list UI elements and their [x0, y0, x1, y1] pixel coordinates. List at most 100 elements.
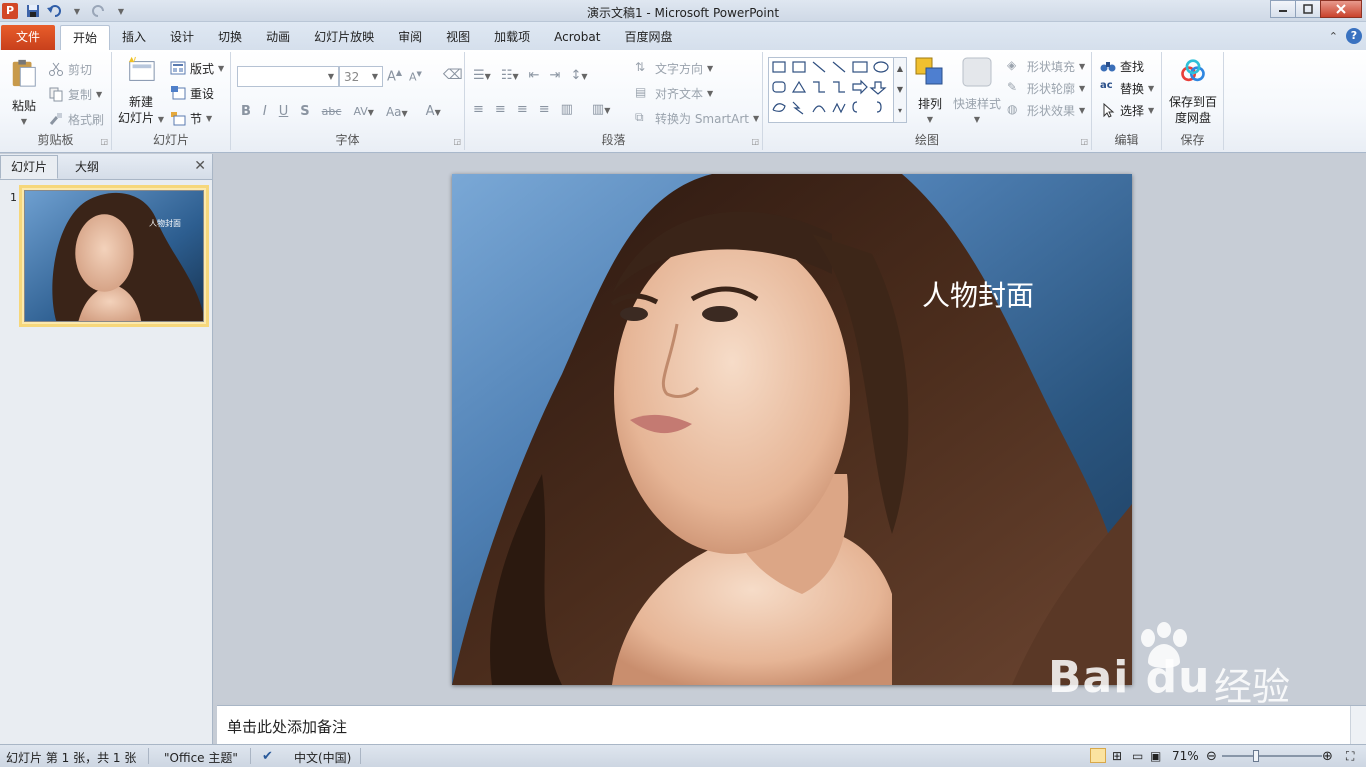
- dialog-launcher-icon[interactable]: ◲: [751, 137, 759, 146]
- tab-addins[interactable]: 加载项: [482, 25, 542, 50]
- change-case-icon[interactable]: Aa▼: [386, 105, 408, 119]
- fit-to-window-icon[interactable]: ⛶: [1346, 749, 1354, 764]
- justify-icon[interactable]: ≡: [539, 102, 550, 117]
- tab-insert[interactable]: 插入: [110, 25, 158, 50]
- format-painter-button[interactable]: 格式刷: [48, 108, 104, 130]
- bullets-icon[interactable]: ☰▼: [473, 68, 491, 83]
- tab-slides[interactable]: 幻灯片: [0, 155, 58, 179]
- dialog-launcher-icon[interactable]: ◲: [453, 137, 461, 146]
- paste-label: 粘贴: [11, 99, 36, 113]
- paste-button[interactable]: 粘贴 ▼: [4, 56, 44, 130]
- shadow-icon[interactable]: S: [300, 104, 309, 119]
- tab-file[interactable]: 文件: [1, 25, 55, 50]
- notes-scrollbar[interactable]: [1350, 706, 1366, 745]
- decrease-indent-icon[interactable]: ⇤: [529, 68, 540, 83]
- shape-fill-button[interactable]: ◈ 形状填充 ▼: [1007, 55, 1085, 77]
- tab-baidu-netdisk[interactable]: 百度网盘: [612, 25, 684, 50]
- zoom-slider-track[interactable]: [1222, 755, 1322, 757]
- tab-animations[interactable]: 动画: [254, 25, 302, 50]
- replace-button[interactable]: ac 替换 ▼: [1100, 77, 1154, 99]
- convert-smartart-button[interactable]: ⧉ 转换为 SmartArt ▼: [635, 107, 759, 129]
- slide-thumbnail[interactable]: 人物封面: [19, 185, 209, 327]
- columns-icon[interactable]: ▥▼: [592, 102, 610, 117]
- normal-view-icon[interactable]: [1090, 748, 1106, 763]
- baidu-netdisk-icon: [1181, 59, 1205, 82]
- dialog-launcher-icon[interactable]: ◲: [1080, 137, 1088, 146]
- distributed-icon[interactable]: ▥: [561, 102, 573, 117]
- align-left-icon[interactable]: ≡: [473, 102, 484, 117]
- shapes-scroll[interactable]: ▲ ▼ ▾: [893, 57, 907, 123]
- align-right-icon[interactable]: ≡: [517, 102, 528, 117]
- increase-indent-icon[interactable]: ⇥: [550, 68, 561, 83]
- shape-effects-button[interactable]: ◍ 形状效果 ▼: [1007, 99, 1085, 121]
- slideshow-view-icon[interactable]: ▣: [1150, 749, 1161, 763]
- font-name-combo[interactable]: ▼: [237, 66, 339, 87]
- arrange-icon: [915, 57, 943, 85]
- reset-button[interactable]: 重设: [170, 82, 214, 104]
- save-to-baidu-button[interactable]: 保存到百 度网盘: [1164, 58, 1222, 126]
- character-spacing-icon[interactable]: AV▼: [353, 105, 374, 118]
- tab-home[interactable]: 开始: [60, 25, 111, 50]
- zoom-in-icon[interactable]: ⊕: [1322, 749, 1333, 764]
- quick-styles-button[interactable]: 快速样式 ▼: [951, 56, 1003, 128]
- tab-design[interactable]: 设计: [158, 25, 206, 50]
- grow-font-icon[interactable]: A▲: [387, 68, 402, 84]
- align-center-icon[interactable]: ≡: [495, 102, 506, 117]
- find-button[interactable]: 查找: [1100, 55, 1144, 77]
- italic-icon[interactable]: I: [263, 104, 267, 119]
- brush-icon: [49, 113, 62, 125]
- line-spacing-icon[interactable]: ↕▼: [570, 68, 587, 83]
- group-paragraph: ☰▼ ☷▼ ⇤ ⇥ ↕▼ ≡ ≡ ≡ ≡ ▥ ▥▼ ⇅ 文字方向 ▼ ▤ 对齐文本…: [465, 52, 763, 150]
- dialog-launcher-icon[interactable]: ◲: [100, 137, 108, 146]
- zoom-level[interactable]: 71%: [1172, 749, 1199, 763]
- minimize-button[interactable]: [1270, 0, 1296, 18]
- slide-editing-area: 人物封面: [214, 154, 1366, 703]
- cursor-icon: [1103, 102, 1115, 118]
- tab-transitions[interactable]: 切换: [206, 25, 254, 50]
- slide-title[interactable]: 人物封面: [922, 274, 1034, 314]
- slide-canvas[interactable]: 人物封面: [452, 174, 1132, 685]
- zoom-out-icon[interactable]: ⊖: [1206, 749, 1217, 764]
- theme-status[interactable]: "Office 主题": [164, 749, 238, 766]
- font-size-combo[interactable]: 32 ▼: [339, 66, 383, 87]
- language-status[interactable]: 中文(中国): [294, 749, 351, 766]
- notes-placeholder[interactable]: 单击此处添加备注: [227, 716, 347, 737]
- shape-outline-button[interactable]: ✎ 形状轮廓 ▼: [1007, 77, 1085, 99]
- align-text-button[interactable]: ▤ 对齐文本 ▼: [635, 82, 713, 104]
- clear-formatting-icon[interactable]: ⌫: [443, 67, 463, 83]
- paste-dropdown-icon: ▼: [20, 117, 28, 126]
- copy-icon: [49, 87, 63, 102]
- bold-icon[interactable]: B: [241, 104, 251, 119]
- tab-view[interactable]: 视图: [434, 25, 482, 50]
- section-button[interactable]: 节 ▼: [170, 107, 212, 129]
- text-direction-button[interactable]: ⇅ 文字方向 ▼: [635, 57, 713, 79]
- underline-icon[interactable]: U: [279, 104, 289, 119]
- shrink-font-icon[interactable]: A▼: [409, 70, 422, 84]
- help-icon[interactable]: ?: [1346, 28, 1362, 44]
- zoom-slider-thumb[interactable]: [1252, 750, 1259, 762]
- strikethrough-icon[interactable]: abc: [322, 105, 342, 118]
- slide-sorter-icon[interactable]: ⊞: [1112, 749, 1122, 763]
- tab-slideshow[interactable]: 幻灯片放映: [302, 25, 386, 50]
- new-slide-button[interactable]: 新建 幻灯片 ▼: [116, 56, 166, 128]
- layout-button[interactable]: 版式 ▼: [170, 57, 224, 79]
- minimize-ribbon-icon[interactable]: ⌃: [1329, 30, 1338, 43]
- close-icon[interactable]: ✕: [194, 158, 206, 174]
- tab-review[interactable]: 审阅: [386, 25, 434, 50]
- tab-outline[interactable]: 大纲: [58, 155, 116, 179]
- spell-check-icon[interactable]: ✔: [262, 749, 273, 764]
- tab-acrobat[interactable]: Acrobat: [542, 25, 612, 50]
- cut-button[interactable]: 剪切: [48, 58, 92, 80]
- slide-number: 1: [10, 191, 17, 204]
- reading-view-icon[interactable]: ▭: [1132, 749, 1143, 763]
- numbering-icon[interactable]: ☷▼: [501, 68, 519, 83]
- select-button[interactable]: 选择 ▼: [1100, 99, 1154, 121]
- arrange-button[interactable]: 排列 ▼: [911, 56, 949, 128]
- maximize-button[interactable]: [1295, 0, 1321, 18]
- title-bar: P ▼ ▼ 演示文稿1 - Microsoft PowerPoint: [0, 0, 1366, 22]
- copy-button[interactable]: 复制 ▼: [48, 83, 102, 105]
- close-button[interactable]: [1320, 0, 1362, 18]
- shapes-gallery[interactable]: [768, 57, 906, 123]
- font-color-icon[interactable]: A▼: [426, 104, 441, 119]
- effects-icon: ◍: [1007, 102, 1018, 116]
